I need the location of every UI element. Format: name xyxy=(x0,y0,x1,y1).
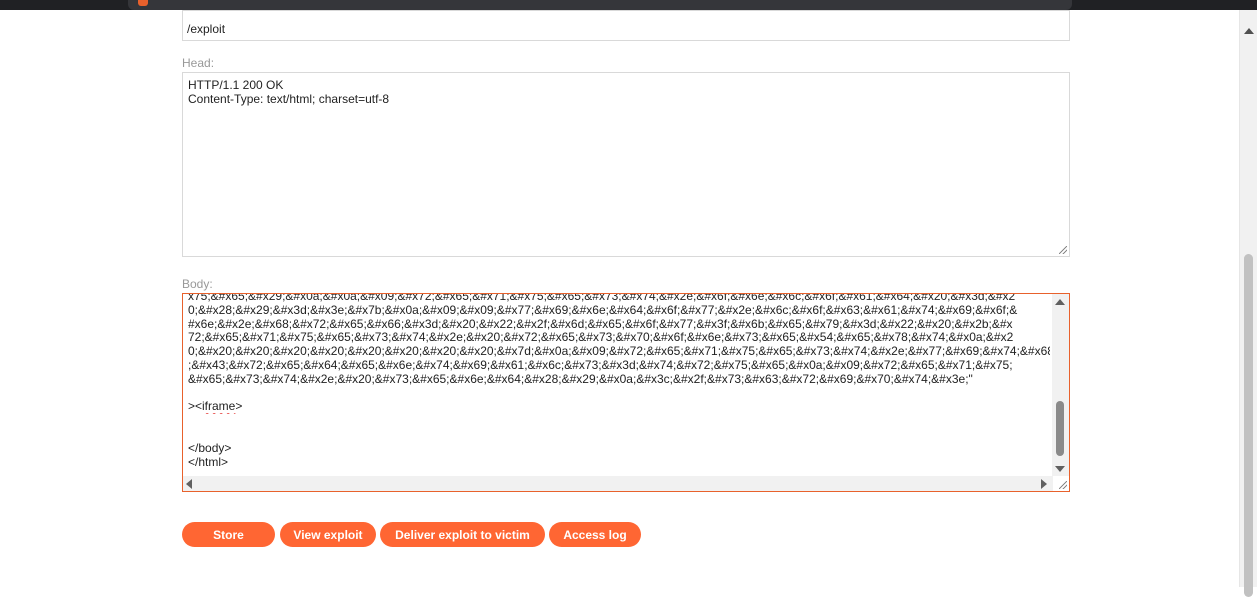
body-line: #x6e;&#x2e;&#x68;&#x72;&#x65;&#x66;&#x3d… xyxy=(188,317,1013,331)
scrollbar-thumb[interactable] xyxy=(1056,401,1064,456)
browser-tab-bar xyxy=(128,0,1072,10)
site-favicon-icon xyxy=(138,0,148,6)
head-label: Head: xyxy=(182,56,215,70)
file-path-value: /exploit xyxy=(187,22,226,36)
head-line: Content-Type: text/html; charset=utf-8 xyxy=(188,92,390,106)
view-exploit-button[interactable]: View exploit xyxy=(280,522,376,547)
body-line: 72;&#x65;&#x71;&#x75;&#x65;&#x73;&#x74;&… xyxy=(188,331,1014,345)
file-path-field[interactable]: /exploit xyxy=(182,10,1070,41)
page-scrollbar-thumb[interactable] xyxy=(1244,254,1253,597)
access-log-button[interactable]: Access log xyxy=(549,522,641,547)
body-label: Body: xyxy=(182,277,213,291)
deliver-exploit-button[interactable]: Deliver exploit to victim xyxy=(380,522,545,547)
body-line: ;&#x43;&#x72;&#x65;&#x64;&#x65;&#x6e;&#x… xyxy=(188,358,1013,372)
head-line: HTTP/1.1 200 OK xyxy=(188,78,284,92)
scroll-up-arrow-icon[interactable] xyxy=(1055,299,1065,305)
page-scrollbar[interactable] xyxy=(1239,10,1257,597)
body-line: 0;&#x20;&#x20;&#x20;&#x20;&#x20;&#x20;&#… xyxy=(188,345,1050,359)
store-button[interactable]: Store xyxy=(182,522,275,547)
scroll-right-arrow-icon[interactable] xyxy=(1041,479,1047,489)
body-textarea[interactable]: x75;&#x65;&#x29;&#x0a;&#x0a;&#x09;&#x72;… xyxy=(182,293,1070,492)
browser-top-strip xyxy=(0,0,1257,10)
body-content: x75;&#x65;&#x29;&#x0a;&#x0a;&#x09;&#x72;… xyxy=(188,293,1050,469)
iframe-suffix: > xyxy=(235,400,243,414)
iframe-prefix: >< xyxy=(188,400,203,414)
resize-grip-icon[interactable] xyxy=(1059,246,1067,254)
resize-grip-icon[interactable] xyxy=(1059,481,1067,489)
body-line: 0;&#x28;&#x29;&#x3d;&#x3e;&#x7b;&#x0a;&#… xyxy=(188,303,1018,317)
head-textarea[interactable]: HTTP/1.1 200 OK Content-Type: text/html;… xyxy=(182,72,1070,257)
body-vertical-scrollbar[interactable] xyxy=(1052,294,1069,476)
closing-html-line: </html> xyxy=(188,455,229,469)
iframe-word: iframe xyxy=(202,400,236,414)
page-scroll-up-icon[interactable] xyxy=(1244,28,1254,34)
body-line: &#x65;&#x73;&#x74;&#x2e;&#x20;&#x73;&#x6… xyxy=(188,372,973,386)
closing-body-line: </body> xyxy=(188,441,232,455)
body-horizontal-scrollbar[interactable] xyxy=(183,476,1053,491)
scroll-down-arrow-icon[interactable] xyxy=(1055,466,1065,472)
scroll-left-arrow-icon[interactable] xyxy=(186,479,192,489)
body-line: x75;&#x65;&#x29;&#x0a;&#x0a;&#x09;&#x72;… xyxy=(188,293,1016,303)
iframe-line: ><iframe> xyxy=(188,400,1050,414)
